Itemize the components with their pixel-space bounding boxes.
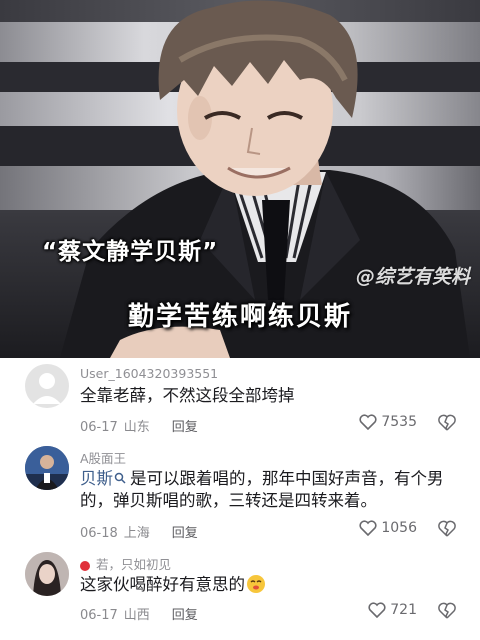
like-count: 1056 <box>381 520 417 536</box>
like-count: 721 <box>390 602 417 618</box>
dislike-button[interactable] <box>438 414 456 436</box>
heart-icon <box>359 414 377 430</box>
reply-button[interactable]: 回复 <box>172 526 198 541</box>
reply-button[interactable]: 回复 <box>172 420 198 435</box>
comment-date: 06-18 <box>80 526 118 541</box>
comment-text: 贝斯 是可以跟着唱的，那年中国好声音，有个男的，弹贝斯唱的歌，三转还是四转来着。 <box>80 468 460 512</box>
comment-text: 全靠老薛，不然这段全部垮掉 <box>80 386 295 405</box>
like-button[interactable]: 1056 <box>359 520 417 536</box>
video-subtitle-quote: “蔡文静学贝斯” <box>42 239 219 265</box>
comment-location: 山东 <box>123 420 150 435</box>
comment-username-text: 若，只如初见 <box>96 557 172 572</box>
default-avatar-icon[interactable] <box>25 364 69 408</box>
comment-meta: 06-18 上海 回复 <box>80 522 198 541</box>
watermark-text: @综艺有笑料 <box>355 266 470 288</box>
comment-date: 06-17 <box>80 608 118 623</box>
comment-username[interactable]: User_1604320393551 <box>80 366 218 381</box>
comment-location: 山西 <box>123 608 150 623</box>
video-frame[interactable]: “蔡文静学贝斯” @综艺有笑料 勤学苦练啊练贝斯 <box>0 0 480 358</box>
broken-heart-icon <box>438 520 456 537</box>
comment-text-body: 是可以跟着唱的，那年中国好声音，有个男的，弹贝斯唱的歌，三转还是四转来着。 <box>80 469 444 510</box>
video-subtitle: 勤学苦练啊练贝斯 <box>127 302 352 332</box>
comment-username[interactable]: A股面王 <box>80 448 126 467</box>
mention-link[interactable]: 贝斯 <box>80 469 113 488</box>
comment-item: A股面王 贝斯 是可以跟着唱的，那年中国好声音，有个男的，弹贝斯唱的歌，三转还是四… <box>0 440 480 550</box>
drunk-face-emoji-icon <box>247 575 265 593</box>
heart-icon <box>359 520 377 536</box>
like-count: 7535 <box>381 414 417 430</box>
search-icon[interactable] <box>114 472 126 484</box>
comment-location: 上海 <box>123 526 150 541</box>
like-button[interactable]: 7535 <box>359 414 417 430</box>
broken-heart-icon <box>438 414 456 431</box>
comment-meta: 06-17 山西 回复 <box>80 604 198 623</box>
comment-item: 若，只如初见 这家伙喝醉好有意思的 06-17 山西 回复 721 <box>0 546 480 640</box>
like-button[interactable]: 721 <box>368 602 417 618</box>
dislike-button[interactable] <box>438 520 456 542</box>
comment-text-body: 这家伙喝醉好有意思的 <box>80 575 245 594</box>
broken-heart-icon <box>438 602 456 619</box>
comment-meta: 06-17 山东 回复 <box>80 416 198 435</box>
reply-button[interactable]: 回复 <box>172 608 198 623</box>
comment-text: 这家伙喝醉好有意思的 <box>80 574 460 596</box>
woman-avatar-icon[interactable] <box>25 552 69 596</box>
comment-username[interactable]: 若，只如初见 <box>80 554 171 573</box>
heart-icon <box>368 602 386 618</box>
news-anchor-avatar-icon[interactable] <box>25 446 69 490</box>
balloon-icon <box>80 560 90 571</box>
comment-item: User_1604320393551 全靠老薛，不然这段全部垮掉 06-17 山东… <box>0 358 480 448</box>
comment-date: 06-17 <box>80 420 118 435</box>
dislike-button[interactable] <box>438 602 456 624</box>
